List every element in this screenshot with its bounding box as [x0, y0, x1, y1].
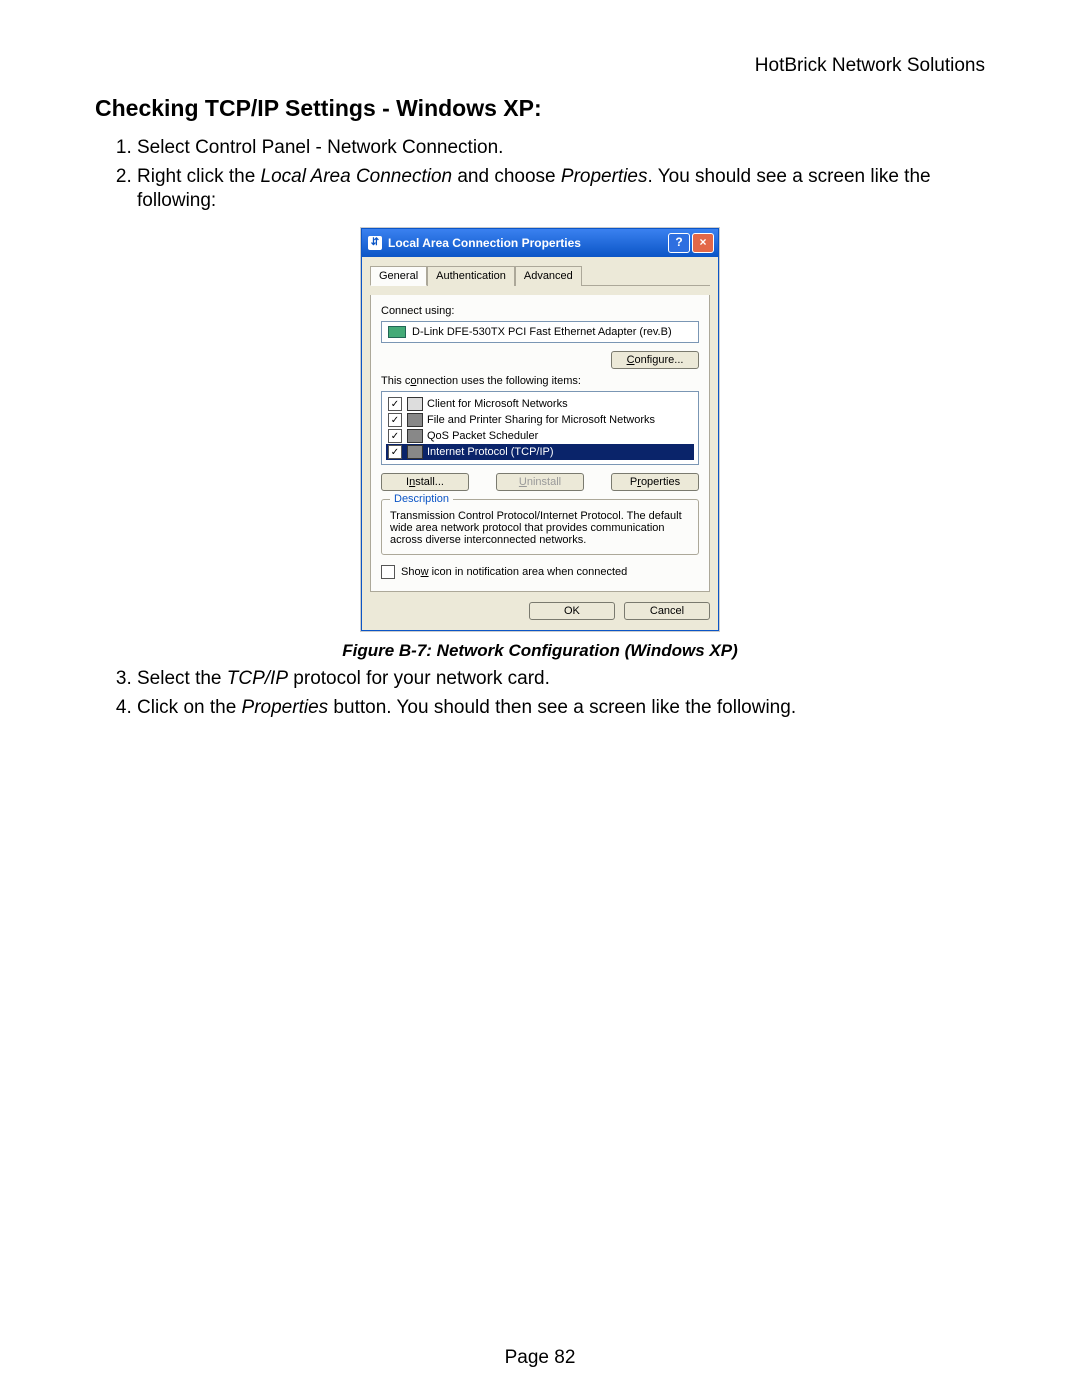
item-label: Client for Microsoft Networks [427, 398, 568, 410]
step-2-i1: Local Area Connection [261, 166, 453, 187]
list-item[interactable]: ✓ QoS Packet Scheduler [386, 428, 694, 444]
items-label-pre: This c [381, 375, 410, 387]
show-icon-u: w [421, 566, 429, 578]
step-3: Select the TCP/IP protocol for your netw… [137, 667, 985, 692]
install-post: stall... [415, 476, 444, 488]
items-label: This connection uses the following items… [381, 375, 699, 387]
step-2-pre: Right click the [137, 166, 261, 187]
items-listbox[interactable]: ✓ Client for Microsoft Networks ✓ File a… [381, 391, 699, 465]
install-button[interactable]: Install... [381, 473, 469, 491]
step-2: Right click the Local Area Connection an… [137, 165, 985, 214]
step-3-pre: Select the [137, 668, 227, 689]
steps-bottom: Select the TCP/IP protocol for your netw… [95, 667, 985, 720]
page-number: Page 82 [0, 1347, 1080, 1369]
items-label-post: nnection uses the following items: [416, 375, 580, 387]
service-icon [407, 413, 423, 427]
tab-general[interactable]: General [370, 266, 427, 286]
item-label: File and Printer Sharing for Microsoft N… [427, 414, 655, 426]
checkbox-icon[interactable]: ✓ [388, 413, 402, 427]
description-group: Description Transmission Control Protoco… [381, 499, 699, 555]
checkbox-icon[interactable]: ✓ [388, 397, 402, 411]
list-item[interactable]: ✓ Client for Microsoft Networks [386, 396, 694, 412]
steps-top: Select Control Panel - Network Connectio… [95, 136, 985, 214]
checkbox-icon[interactable]: ✓ [388, 445, 402, 459]
properties-button[interactable]: Properties [611, 473, 699, 491]
item-label: QoS Packet Scheduler [427, 430, 538, 442]
service-icon [407, 429, 423, 443]
show-icon-row[interactable]: Show icon in notification area when conn… [381, 565, 699, 579]
step-3-post: protocol for your network card. [288, 668, 550, 689]
checkbox-icon[interactable]: ✓ [388, 429, 402, 443]
description-text: Transmission Control Protocol/Internet P… [390, 510, 682, 546]
description-title: Description [390, 493, 453, 505]
step-4-i1: Properties [242, 697, 329, 718]
nic-icon [388, 326, 406, 338]
page-title: Checking TCP/IP Settings - Windows XP: [95, 95, 985, 122]
dialog-footer: OK Cancel [370, 592, 710, 620]
configure-u: C [627, 354, 635, 366]
step-1-text: Select Control Panel - Network Connectio… [137, 137, 503, 158]
properties-post: operties [641, 476, 680, 488]
configure-rest: onfigure... [635, 354, 684, 366]
close-button[interactable]: × [692, 233, 714, 253]
adapter-field: D-Link DFE-530TX PCI Fast Ethernet Adapt… [381, 321, 699, 343]
titlebar: ⇵ Local Area Connection Properties ? × [362, 229, 718, 257]
protocol-icon [407, 445, 423, 459]
tabs: General Authentication Advanced [370, 265, 710, 286]
step-4: Click on the Properties button. You shou… [137, 696, 985, 721]
tab-advanced[interactable]: Advanced [515, 266, 582, 286]
step-2-i2: Properties [561, 166, 648, 187]
list-item[interactable]: ✓ File and Printer Sharing for Microsoft… [386, 412, 694, 428]
uninstall-post: ninstall [527, 476, 561, 488]
checkbox-icon[interactable] [381, 565, 395, 579]
uninstall-button: Uninstall [496, 473, 584, 491]
configure-button[interactable]: Configure... [611, 351, 699, 369]
adapter-name: D-Link DFE-530TX PCI Fast Ethernet Adapt… [412, 326, 672, 338]
cancel-button[interactable]: Cancel [624, 602, 710, 620]
connection-icon: ⇵ [368, 236, 382, 250]
ok-button[interactable]: OK [529, 602, 615, 620]
connect-using-label: Connect using: [381, 305, 699, 317]
tab-authentication[interactable]: Authentication [427, 266, 515, 286]
item-label: Internet Protocol (TCP/IP) [427, 446, 554, 458]
header-company: HotBrick Network Solutions [95, 55, 985, 77]
tab-panel-general: Connect using: D-Link DFE-530TX PCI Fast… [370, 295, 710, 592]
figure-caption: Figure B-7: Network Configuration (Windo… [95, 641, 985, 661]
client-icon [407, 397, 423, 411]
step-1: Select Control Panel - Network Connectio… [137, 136, 985, 161]
show-icon-label: Show icon in notification area when conn… [401, 566, 627, 578]
step-3-i1: TCP/IP [227, 668, 288, 689]
step-4-post: button. You should then see a screen lik… [328, 697, 796, 718]
list-item-selected[interactable]: ✓ Internet Protocol (TCP/IP) [386, 444, 694, 460]
help-button[interactable]: ? [668, 233, 690, 253]
show-icon-post: icon in notification area when connected [429, 566, 628, 578]
properties-dialog: ⇵ Local Area Connection Properties ? × G… [361, 228, 719, 631]
uninstall-u: U [519, 476, 527, 488]
step-4-pre: Click on the [137, 697, 242, 718]
show-icon-pre: Sho [401, 566, 421, 578]
step-2-mid: and choose [452, 166, 561, 187]
dialog-title: Local Area Connection Properties [388, 236, 581, 250]
